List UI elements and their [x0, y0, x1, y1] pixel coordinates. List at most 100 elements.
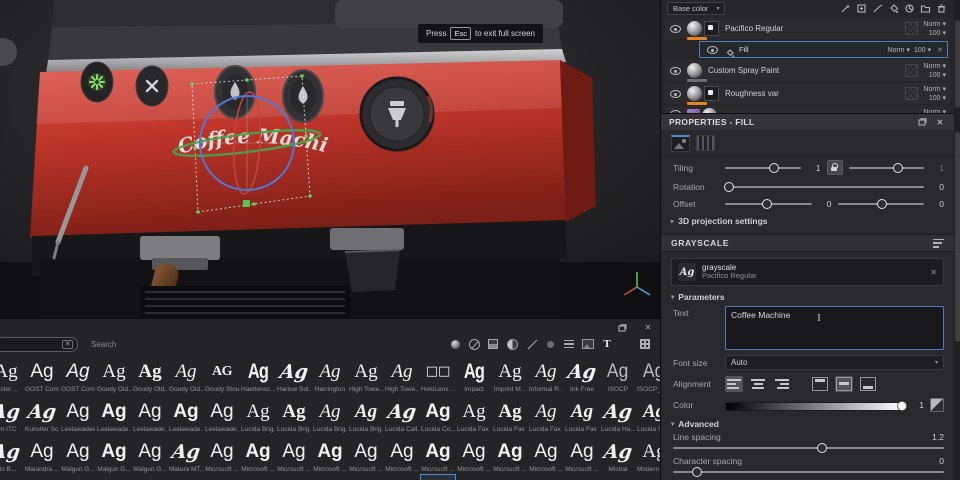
- text-input[interactable]: Coffee Machine I: [725, 306, 944, 350]
- grayscale-resource-card[interactable]: Ag grayscale Pacifico Regular ✕: [671, 258, 944, 286]
- font-item[interactable]: AgMicrosoft ...: [528, 434, 564, 474]
- parameter-slider[interactable]: [673, 466, 944, 477]
- filter-smart-masks-icon[interactable]: [486, 337, 500, 351]
- color-source-toggle-icon[interactable]: [930, 398, 944, 412]
- font-item[interactable]: AgLucida Fax ...: [456, 394, 492, 434]
- align-bottom-button[interactable]: [859, 376, 877, 392]
- filter-materials-icon[interactable]: [448, 337, 462, 351]
- font-item[interactable]: AgGoudy Old...: [96, 354, 132, 394]
- offset-value-v[interactable]: 0: [930, 199, 944, 209]
- filter-fonts-icon[interactable]: T: [600, 337, 614, 351]
- offset-slider-v[interactable]: [838, 198, 925, 209]
- grid-view-icon[interactable]: [638, 337, 652, 351]
- rotation-value[interactable]: 0: [930, 182, 944, 192]
- visibility-eye-icon[interactable]: [670, 88, 681, 99]
- font-item[interactable]: AgMistral: [600, 434, 636, 474]
- font-size-dropdown[interactable]: Auto ▾: [725, 355, 944, 370]
- fill-bucket-icon[interactable]: [887, 3, 900, 15]
- font-item[interactable]: AgMicrosoft ...: [384, 434, 420, 474]
- font-item[interactable]: AgMicrosoft ...: [420, 434, 456, 474]
- font-item[interactable]: AgLucida Fax ...: [492, 394, 528, 434]
- tab-fill-properties[interactable]: [696, 135, 715, 151]
- font-item[interactable]: AgISOCP: [600, 354, 636, 394]
- opacity-dropdown[interactable]: 100 ▾: [929, 94, 946, 102]
- font-item[interactable]: Ag: [600, 474, 636, 480]
- blend-mode-dropdown[interactable]: Norm ▾: [923, 85, 946, 93]
- layer-row[interactable]: Norm ▾: [665, 106, 950, 114]
- layer-fill-row-selected[interactable]: FillNorm ▾100 ▾✕: [699, 41, 948, 58]
- color-value[interactable]: 1: [910, 400, 924, 410]
- layer-row[interactable]: Custom Spray PaintNorm ▾100 ▾: [665, 60, 950, 81]
- font-item[interactable]: Ag: [420, 474, 456, 480]
- font-item[interactable]: AgLucida Brig...: [240, 394, 276, 434]
- font-item[interactable]: AgMicrosoft ...: [204, 434, 240, 474]
- blend-mode-dropdown[interactable]: Norm ▾: [923, 62, 946, 70]
- font-item[interactable]: AgInformal R...: [528, 354, 564, 394]
- filter-procedurals-icon[interactable]: [562, 337, 576, 351]
- folder-icon[interactable]: [919, 3, 932, 15]
- layer-row[interactable]: Roughness varNorm ▾100 ▾: [665, 83, 950, 104]
- font-item[interactable]: AgKunstler Sc...: [24, 394, 60, 434]
- font-item[interactable]: AgMalgun G...: [60, 434, 96, 474]
- font-item[interactable]: AgLeelawade...: [132, 394, 168, 434]
- visibility-eye-icon[interactable]: [707, 44, 718, 55]
- align-top-button[interactable]: [811, 376, 829, 392]
- font-item[interactable]: Ag: [312, 474, 348, 480]
- filter-particles-icon[interactable]: [543, 337, 557, 351]
- font-item[interactable]: AgImpact: [456, 354, 492, 394]
- font-item[interactable]: Ag: [276, 474, 312, 480]
- font-item[interactable]: AgHaettensc...: [240, 354, 276, 394]
- smart-material-icon[interactable]: [903, 3, 916, 15]
- trash-icon[interactable]: [935, 3, 948, 15]
- add-layer-icon[interactable]: [855, 3, 868, 15]
- projection-settings-section[interactable]: ▸ 3D projection settings: [661, 212, 954, 228]
- font-item[interactable]: AgMalgun G...: [96, 434, 132, 474]
- rotation-slider[interactable]: [725, 181, 924, 192]
- align-center-button[interactable]: [749, 376, 767, 392]
- popout-panel-icon[interactable]: [916, 117, 928, 127]
- channel-selector-dropdown[interactable]: Base color ▾: [667, 2, 725, 15]
- opacity-dropdown[interactable]: 100 ▾: [914, 46, 931, 54]
- font-item[interactable]: Ag: [168, 474, 204, 480]
- font-item[interactable]: AgImprint M...: [492, 354, 528, 394]
- font-item[interactable]: Ag: [528, 474, 564, 480]
- font-item[interactable]: AgHigh Towe...: [348, 354, 384, 394]
- font-item[interactable]: Ag: [204, 474, 240, 480]
- font-item[interactable]: AgLucida Brig...: [276, 394, 312, 434]
- font-item[interactable]: Ag: [240, 474, 276, 480]
- parameter-value[interactable]: 1.2: [932, 432, 944, 442]
- remove-resource-icon[interactable]: ✕: [930, 268, 937, 277]
- font-item[interactable]: □□HoloLens ...: [420, 354, 456, 394]
- font-item[interactable]: AgGOST Com...: [60, 354, 96, 394]
- font-item[interactable]: AgMicrosoft ...: [240, 434, 276, 474]
- offset-value-u[interactable]: 0: [818, 199, 832, 209]
- font-item[interactable]: AgMalgun G...: [132, 434, 168, 474]
- offset-slider-u[interactable]: [725, 198, 812, 209]
- font-item[interactable]: AgInk Free: [564, 354, 600, 394]
- close-panel-icon[interactable]: ✕: [934, 117, 946, 127]
- font-item[interactable]: Ag: [96, 474, 132, 480]
- close-panel-icon[interactable]: ✕: [642, 323, 654, 333]
- font-item[interactable]: Agcester ...: [0, 354, 24, 394]
- align-right-button[interactable]: [773, 376, 791, 392]
- font-item[interactable]: AgMaiandra ...: [24, 434, 60, 474]
- parameter-value[interactable]: 0: [939, 456, 944, 466]
- advanced-section[interactable]: ▾ Advanced: [661, 415, 954, 431]
- font-item[interactable]: AgLucida San...: [636, 394, 660, 434]
- search-input[interactable]: ✕: [0, 337, 78, 352]
- tiling-slider[interactable]: [725, 162, 801, 173]
- font-item[interactable]: Ag: [564, 474, 600, 480]
- font-item[interactable]: AgGOST Com...: [24, 354, 60, 394]
- blend-mode-dropdown[interactable]: Norm ▾: [923, 20, 946, 28]
- visibility-eye-icon[interactable]: [670, 23, 681, 34]
- font-item[interactable]: AgISOCP_IV25: [636, 354, 660, 394]
- popout-panel-icon[interactable]: [616, 323, 628, 333]
- font-item[interactable]: AgLucida Fax ...: [564, 394, 600, 434]
- font-item[interactable]: AgLucida Ha...: [600, 394, 636, 434]
- font-item[interactable]: AGGoudy Stout: [204, 354, 240, 394]
- font-item[interactable]: Ag: [132, 474, 168, 480]
- font-item[interactable]: AgHarlow Sol...: [276, 354, 312, 394]
- font-item[interactable]: AgLeelawade...: [168, 394, 204, 434]
- font-item[interactable]: Ag: [384, 474, 420, 480]
- tab-material-properties[interactable]: [671, 135, 690, 152]
